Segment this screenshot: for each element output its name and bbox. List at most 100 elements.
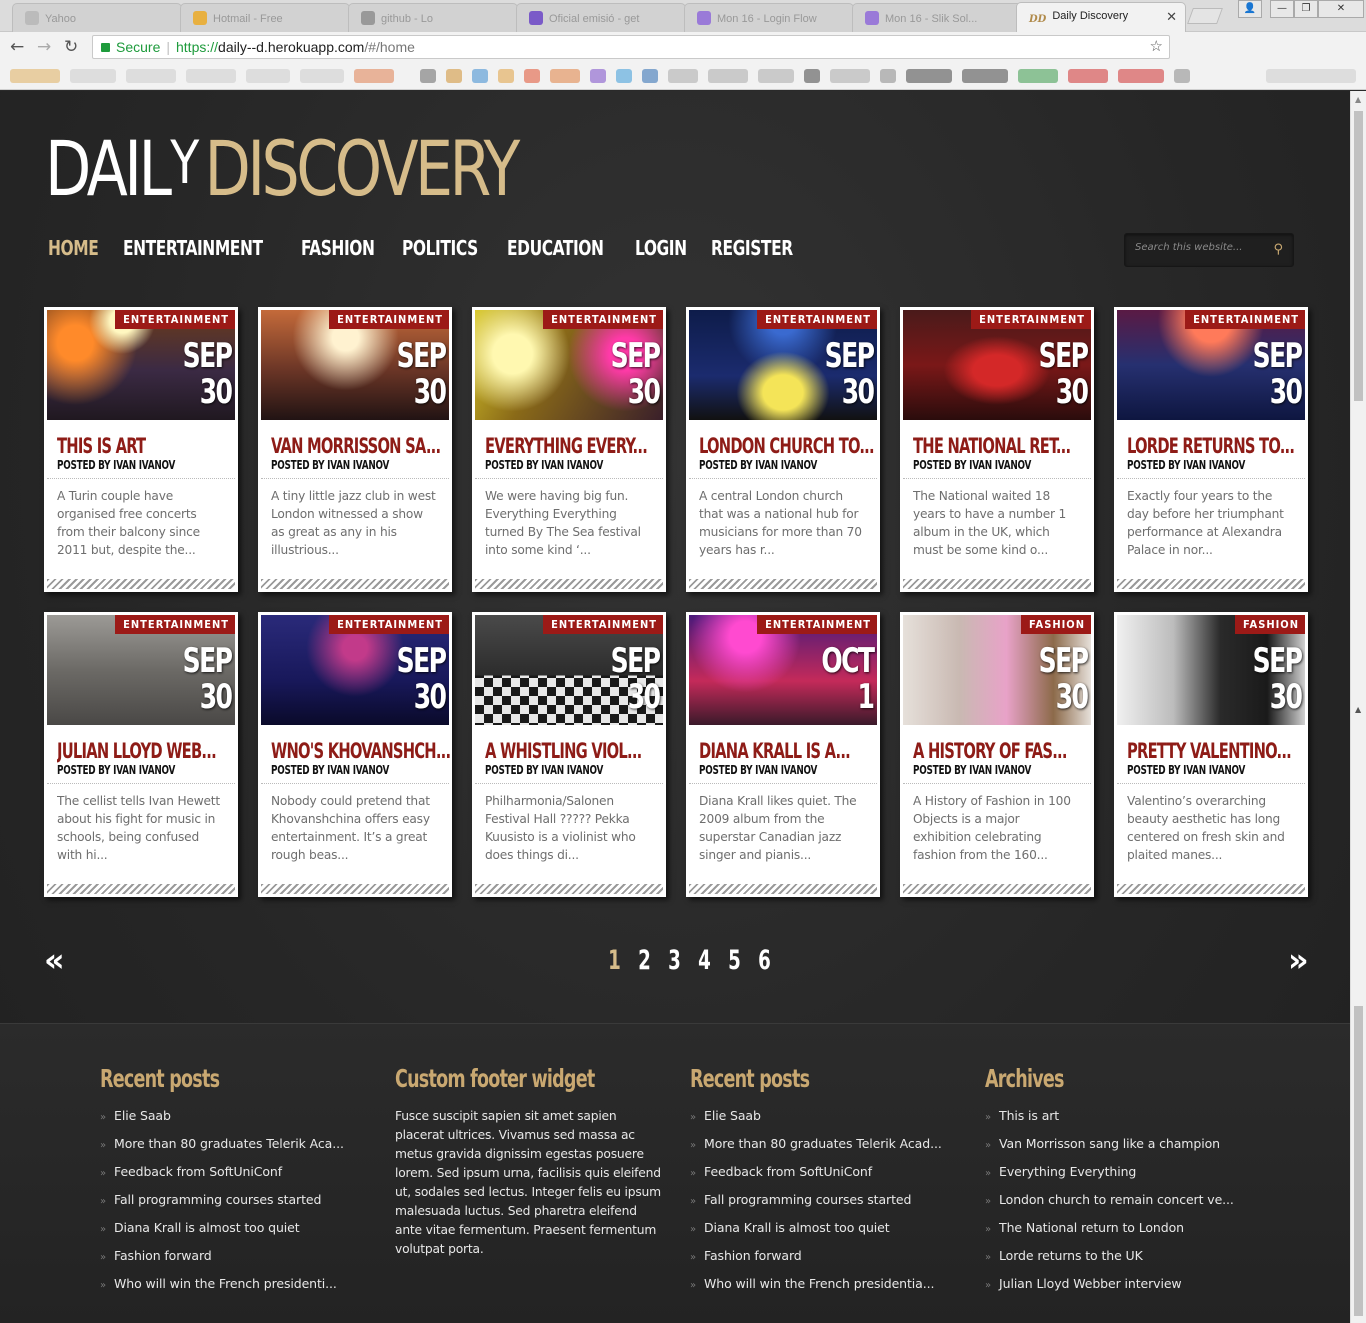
- post-title[interactable]: LONDON CHURCH TO...: [699, 434, 878, 458]
- post-thumbnail[interactable]: FASHION SEP 30: [903, 615, 1091, 725]
- nav-education[interactable]: EDUCATION: [507, 236, 604, 260]
- browser-tab[interactable]: Hotmail - Free: [180, 3, 350, 32]
- footer-link[interactable]: » The National return to London: [985, 1219, 1255, 1247]
- page-number[interactable]: 1: [608, 945, 621, 976]
- category-badge[interactable]: ENTERTAINMENT: [757, 310, 877, 329]
- post-title[interactable]: THE NATIONAL RET...: [913, 434, 1092, 458]
- bookmark-star-icon[interactable]: ☆: [1150, 36, 1163, 58]
- footer-link[interactable]: » Diana Krall is almost too quiet: [690, 1219, 960, 1247]
- bookmark-item[interactable]: [10, 69, 60, 83]
- category-badge[interactable]: ENTERTAINMENT: [1185, 310, 1305, 329]
- close-window-icon[interactable]: ✕: [1318, 0, 1364, 18]
- post-card[interactable]: ENTERTAINMENT SEP 30 THE NATIONAL RET... POS…: [900, 307, 1094, 592]
- previous-page-button[interactable]: «: [44, 941, 65, 979]
- bookmark-item[interactable]: [498, 69, 514, 83]
- post-title[interactable]: THIS IS ART: [57, 434, 236, 458]
- bookmark-item[interactable]: [758, 69, 794, 83]
- forward-icon[interactable]: →: [37, 37, 51, 57]
- bookmark-item[interactable]: [668, 69, 698, 83]
- bookmark-item[interactable]: [616, 69, 632, 83]
- category-badge[interactable]: ENTERTAINMENT: [329, 310, 449, 329]
- bookmark-item[interactable]: [246, 69, 290, 83]
- category-badge[interactable]: ENTERTAINMENT: [757, 615, 877, 634]
- nav-login[interactable]: LOGIN: [635, 236, 687, 260]
- bookmark-item[interactable]: [70, 69, 116, 83]
- restore-icon[interactable]: ❐: [1294, 0, 1318, 18]
- close-tab-icon[interactable]: ✕: [1166, 9, 1177, 25]
- post-card[interactable]: ENTERTAINMENT OCT 1 DIANA KRALL IS A... POST…: [686, 612, 880, 897]
- post-card[interactable]: FASHION SEP 30 PRETTY VALENTINO... POSTED BY…: [1114, 612, 1308, 897]
- post-thumbnail[interactable]: ENTERTAINMENT SEP 30: [475, 310, 663, 420]
- post-card[interactable]: ENTERTAINMENT SEP 30 LORDE RETURNS TO... POS…: [1114, 307, 1308, 592]
- scroll-up-icon[interactable]: ▲: [1355, 705, 1361, 714]
- bookmark-item[interactable]: [830, 69, 870, 83]
- post-title[interactable]: LORDE RETURNS TO...: [1127, 434, 1306, 458]
- category-badge[interactable]: FASHION: [1235, 615, 1305, 634]
- post-title[interactable]: DIANA KRALL IS A...: [699, 739, 878, 763]
- browser-tab-active[interactable]: DD Daily Discovery ✕: [1016, 2, 1186, 32]
- post-thumbnail[interactable]: ENTERTAINMENT SEP 30: [903, 310, 1091, 420]
- post-title[interactable]: PRETTY VALENTINO...: [1127, 739, 1306, 763]
- post-card[interactable]: ENTERTAINMENT SEP 30 VAN MORRISSON SA... POS…: [258, 307, 452, 592]
- back-icon[interactable]: ←: [10, 37, 24, 57]
- footer-link[interactable]: » Diana Krall is almost too quiet: [100, 1219, 370, 1247]
- bookmark-item[interactable]: [300, 69, 344, 83]
- footer-link[interactable]: » Who will win the French presidentia...: [690, 1275, 960, 1303]
- reload-icon[interactable]: ↻: [64, 37, 78, 57]
- bookmark-item[interactable]: [420, 69, 436, 83]
- footer-link[interactable]: » Fall programming courses started: [100, 1191, 370, 1219]
- category-badge[interactable]: FASHION: [1021, 615, 1091, 634]
- bookmark-item[interactable]: [642, 69, 658, 83]
- post-card[interactable]: ENTERTAINMENT SEP 30 LONDON CHURCH TO... POS…: [686, 307, 880, 592]
- footer-link[interactable]: » Lorde returns to the UK: [985, 1247, 1255, 1275]
- post-title[interactable]: WNO'S KHOVANSHCH...: [271, 739, 450, 763]
- post-thumbnail[interactable]: ENTERTAINMENT SEP 30: [1117, 310, 1305, 420]
- post-thumbnail[interactable]: FASHION SEP 30: [1117, 615, 1305, 725]
- bookmark-item[interactable]: [1174, 69, 1190, 83]
- scrollbar-thumb[interactable]: [1354, 1006, 1363, 1316]
- search-icon[interactable]: ⚲: [1273, 242, 1283, 257]
- post-title[interactable]: EVERYTHING EVERY...: [485, 434, 664, 458]
- footer-link[interactable]: » More than 80 graduates Telerik Acad...: [690, 1135, 960, 1163]
- nav-home[interactable]: HOME: [48, 236, 99, 260]
- category-badge[interactable]: ENTERTAINMENT: [329, 615, 449, 634]
- browser-tab[interactable]: Oficial emisió - get: [516, 3, 686, 32]
- post-thumbnail[interactable]: ENTERTAINMENT SEP 30: [47, 310, 235, 420]
- browser-tab[interactable]: Yahoo: [12, 3, 182, 32]
- post-title[interactable]: A WHISTLING VIOL...: [485, 739, 664, 763]
- bookmark-item[interactable]: [708, 69, 748, 83]
- post-card[interactable]: ENTERTAINMENT SEP 30 EVERYTHING EVERY... POS…: [472, 307, 666, 592]
- browser-tab[interactable]: Mon 16 - Login Flow: [684, 3, 854, 32]
- post-thumbnail[interactable]: ENTERTAINMENT SEP 30: [47, 615, 235, 725]
- nav-politics[interactable]: POLITICS: [402, 236, 478, 260]
- bookmark-item[interactable]: [354, 69, 394, 83]
- post-thumbnail[interactable]: ENTERTAINMENT OCT 1: [689, 615, 877, 725]
- footer-link[interactable]: » Fashion forward: [690, 1247, 960, 1275]
- footer-link[interactable]: » Fashion forward: [100, 1247, 370, 1275]
- post-card[interactable]: ENTERTAINMENT SEP 30 JULIAN LLOYD WEB... POS…: [44, 612, 238, 897]
- page-number[interactable]: 3: [668, 945, 681, 976]
- bookmark-item[interactable]: [962, 69, 1008, 83]
- scrollbar[interactable]: ▲ ▲: [1350, 91, 1366, 1323]
- footer-link[interactable]: » Who will win the French presidenti...: [100, 1275, 370, 1303]
- post-card[interactable]: ENTERTAINMENT SEP 30 THIS IS ART POSTED BY I…: [44, 307, 238, 592]
- post-thumbnail[interactable]: ENTERTAINMENT SEP 30: [261, 310, 449, 420]
- category-badge[interactable]: ENTERTAINMENT: [115, 310, 235, 329]
- post-title[interactable]: JULIAN LLOYD WEB...: [57, 739, 236, 763]
- footer-link[interactable]: » More than 80 graduates Telerik Aca...: [100, 1135, 370, 1163]
- footer-link[interactable]: » This is art: [985, 1107, 1255, 1135]
- next-page-button[interactable]: »: [1288, 941, 1309, 979]
- post-thumbnail[interactable]: ENTERTAINMENT SEP 30: [689, 310, 877, 420]
- post-title[interactable]: VAN MORRISSON SA...: [271, 434, 450, 458]
- bookmark-item[interactable]: [590, 69, 606, 83]
- category-badge[interactable]: ENTERTAINMENT: [115, 615, 235, 634]
- page-number[interactable]: 5: [728, 945, 741, 976]
- footer-link[interactable]: » London church to remain concert ve...: [985, 1191, 1255, 1219]
- scrollbar-thumb[interactable]: [1354, 111, 1363, 401]
- bookmark-item[interactable]: [1018, 69, 1058, 83]
- bookmark-item[interactable]: [906, 69, 952, 83]
- bookmark-item[interactable]: [1068, 69, 1108, 83]
- profile-icon[interactable]: 👤: [1238, 0, 1262, 18]
- site-logo[interactable]: DAILY DISCOVERY: [45, 131, 520, 207]
- footer-link[interactable]: » Elie Saab: [690, 1107, 960, 1135]
